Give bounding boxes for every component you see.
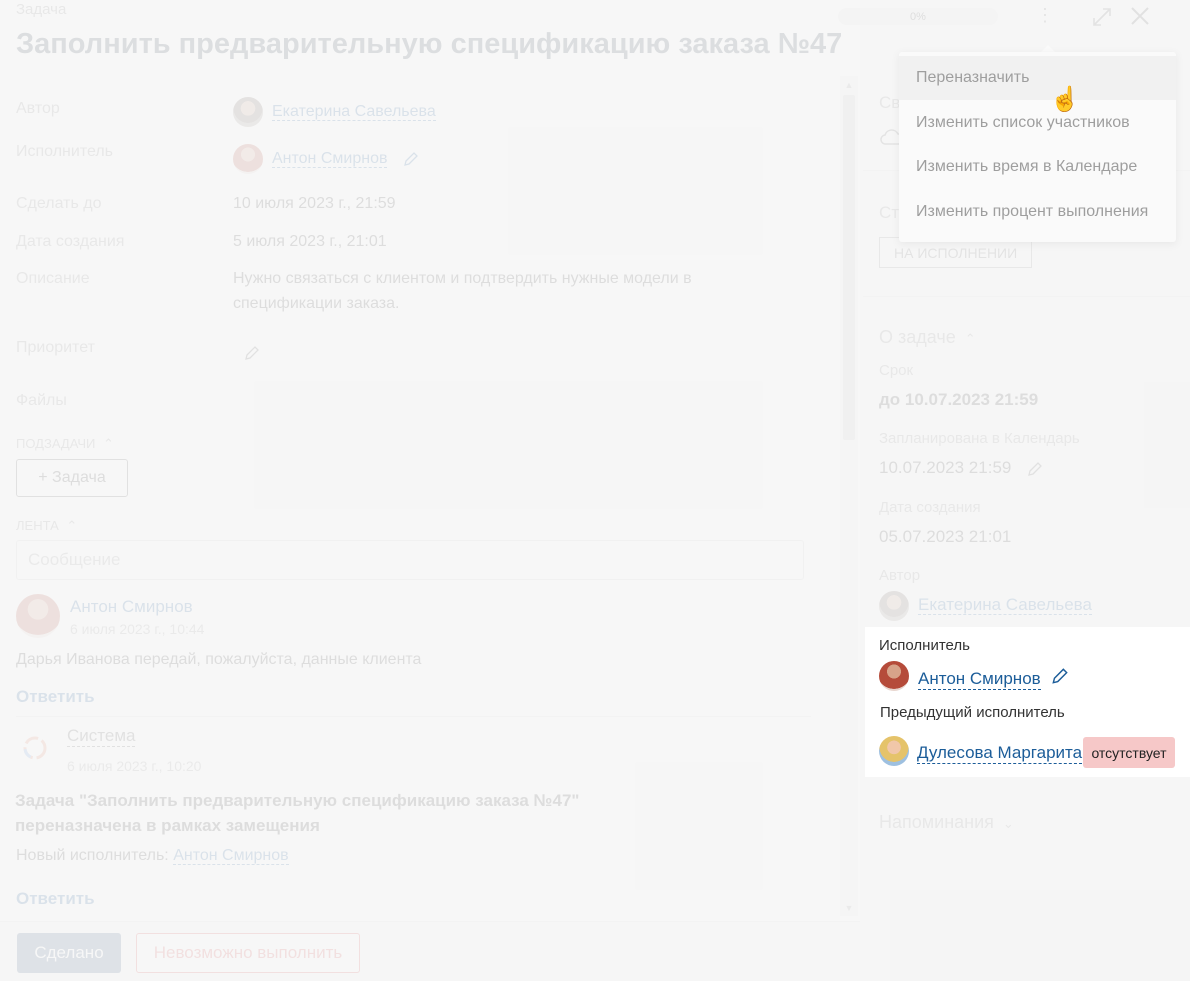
subtasks-heading-text: ПОДЗАДАЧИ (16, 436, 96, 451)
assignee-value: Антон Смирнов (233, 144, 420, 174)
hand-cursor-icon: ☝ (1050, 86, 1080, 113)
deadline-value: до 10.07.2023 21:59 (879, 390, 1039, 409)
connection-label: Св (879, 93, 901, 112)
divider (16, 716, 811, 717)
description-line-1: Нужно связаться с клиентом и подтвердить… (233, 270, 692, 287)
pencil-icon[interactable] (243, 344, 261, 362)
menu-item-reassign[interactable]: Переназначить (899, 56, 1176, 100)
footer-bar (0, 921, 860, 981)
reminders-heading-text: Напоминания (879, 812, 994, 832)
author-link[interactable]: Екатерина Савельева (272, 103, 436, 122)
message-input[interactable]: Сообщение (16, 540, 804, 580)
comment-date: 6 июля 2023 г., 10:20 (67, 758, 202, 774)
avatar (233, 144, 263, 174)
close-icon[interactable] (1128, 4, 1152, 28)
scrollbar-thumb[interactable] (843, 95, 855, 440)
scroll-up-arrow[interactable]: ▲ (843, 80, 855, 90)
reminders-heading[interactable]: Напоминания ⌄ (879, 812, 1014, 833)
author-value: Екатерина Савельева (879, 591, 1092, 621)
previous-assignee-link[interactable]: Дулесова Маргарита (917, 743, 1083, 764)
comment-date: 6 июля 2023 г., 10:44 (70, 621, 205, 637)
created-label: Дата создания (16, 233, 125, 250)
calendar-value: 10.07.2023 21:59 (879, 458, 1044, 478)
comment-text: Дарья Иванова передай, пожалуйста, данны… (16, 651, 422, 668)
status-label: Ст (879, 203, 900, 222)
avatar (233, 97, 263, 127)
due-value: 10 июля 2023 г., 21:59 (233, 195, 396, 212)
pencil-icon[interactable] (402, 150, 420, 168)
assignee-label: Исполнитель (16, 143, 114, 160)
reply-button[interactable]: Ответить (16, 687, 95, 707)
comment-author[interactable]: Антон Смирнов (70, 597, 193, 617)
about-heading-text: О задаче (879, 327, 956, 347)
author-link[interactable]: Екатерина Савельева (918, 595, 1092, 616)
feed-heading-text: ЛЕНТА (16, 518, 59, 533)
done-button[interactable]: Сделано (17, 933, 121, 973)
comment-text-line-2: переназначена в рамках замещения (15, 816, 320, 835)
add-subtask-button[interactable]: + Задача (16, 459, 128, 497)
reply-button[interactable]: Ответить (16, 889, 95, 909)
new-assignee-row: Новый исполнитель: Антон Смирнов (16, 847, 289, 865)
page-title: Заполнить предварительную спецификацию з… (16, 28, 843, 60)
breadcrumb[interactable]: Задача (16, 1, 66, 18)
author-label: Автор (16, 100, 60, 117)
feed-heading[interactable]: ЛЕНТА ⌃ (16, 518, 77, 534)
cannot-complete-button[interactable]: Невозможно выполнить (136, 933, 360, 973)
chevron-up-icon: ⌃ (103, 436, 114, 451)
files-label: Файлы (16, 392, 67, 409)
absent-badge: отсутствует (1083, 737, 1175, 768)
divider (863, 296, 1190, 297)
subtasks-heading[interactable]: ПОДЗАДАЧИ ⌃ (16, 436, 114, 452)
description-label: Описание (16, 270, 90, 287)
author-value: Екатерина Савельева (233, 97, 436, 127)
due-label: Сделать до (16, 195, 102, 212)
pencil-icon[interactable] (1050, 666, 1070, 686)
chevron-up-icon: ⌃ (964, 331, 976, 346)
deadline-label: Срок (879, 362, 914, 379)
menu-item-change-participants[interactable]: Изменить список участников (899, 101, 1176, 145)
system-logo-icon (23, 736, 47, 760)
new-assignee-label: Новый исполнитель: (16, 847, 169, 864)
menu-item-change-progress[interactable]: Изменить процент выполнения (899, 190, 1176, 234)
comment-text-line-1: Задача "Заполнить предварительную специф… (15, 791, 580, 810)
scroll-down-arrow[interactable]: ▼ (843, 903, 855, 913)
created-label: Дата создания (879, 499, 981, 516)
created-value: 05.07.2023 21:01 (879, 527, 1012, 546)
chevron-down-icon: ⌄ (1002, 816, 1014, 831)
new-assignee-link[interactable]: Антон Смирнов (173, 847, 289, 865)
assignee-link[interactable]: Антон Смирнов (918, 669, 1041, 690)
progress-indicator[interactable]: 0% (838, 8, 998, 25)
more-vertical-icon[interactable]: ⋮ (1036, 5, 1054, 26)
created-value: 5 июля 2023 г., 21:01 (233, 233, 387, 250)
task-main-pane: Задача Заполнить предварительную специфи… (0, 0, 860, 981)
description-line-2: спецификации заказа. (233, 295, 400, 312)
pencil-icon[interactable] (1026, 460, 1044, 478)
assignee-link[interactable]: Антон Смирнов (272, 150, 388, 169)
menu-item-change-calendar-time[interactable]: Изменить время в Календаре (899, 145, 1176, 189)
assignee-label: Исполнитель (879, 637, 970, 654)
priority-label: Приоритет (16, 339, 95, 356)
comment-author[interactable]: Система (67, 726, 136, 747)
avatar (879, 661, 909, 691)
expand-icon[interactable] (1091, 6, 1113, 28)
chevron-up-icon: ⌃ (66, 518, 78, 533)
about-heading[interactable]: О задаче ⌃ (879, 327, 976, 348)
calendar-label: Запланирована в Календарь (879, 430, 1080, 447)
menu-arrow (1041, 45, 1055, 52)
previous-assignee-label: Предыдущий исполнитель (880, 704, 1065, 721)
avatar (16, 594, 60, 638)
author-label: Автор (879, 567, 921, 584)
avatar (879, 591, 909, 621)
avatar (879, 736, 909, 766)
calendar-value-text: 10.07.2023 21:59 (879, 458, 1012, 477)
